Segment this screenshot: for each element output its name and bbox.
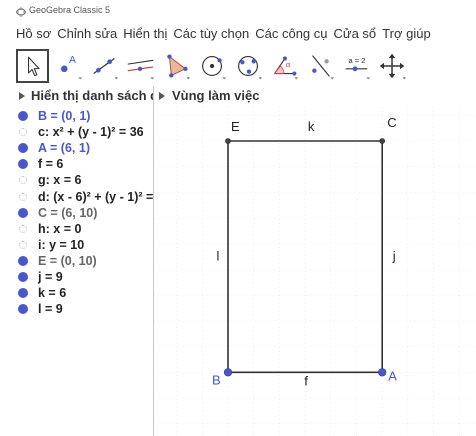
graphics-view[interactable]: f k l j B A C E [154, 107, 476, 436]
algebra-row[interactable]: C = (6, 10) [0, 205, 153, 221]
reflect-icon [312, 54, 335, 80]
point-b[interactable] [223, 368, 233, 377]
point-label-a: A [388, 368, 397, 383]
graphics-collapse-triangle-icon[interactable] [159, 92, 165, 100]
geogebra-logo-icon [16, 7, 26, 17]
point-label-b: B [212, 372, 221, 387]
tool-reflect[interactable] [304, 49, 337, 83]
angle-tool-label: α [286, 58, 291, 68]
circle-center-point-icon [202, 55, 227, 80]
algebra-collapse-triangle-icon[interactable] [19, 92, 25, 100]
algebra-row[interactable]: j = 9 [0, 269, 153, 285]
menu-help[interactable]: Trợ giúp [382, 26, 431, 41]
line-icon [93, 57, 119, 80]
algebra-row[interactable]: c: x² + (y - 1)² = 36 [0, 124, 153, 140]
graphics-view-header[interactable]: Vùng làm việc [155, 88, 455, 106]
tool-circle-three-points[interactable] [232, 49, 265, 83]
segment-label-k: k [308, 119, 315, 134]
algebra-row-text: C = (6, 10) [38, 205, 98, 220]
polygon-icon [167, 53, 191, 80]
visibility-toggle-visible-icon[interactable] [18, 207, 28, 218]
slider-tool-label: a = 2 [349, 56, 366, 65]
visibility-toggle-hidden-icon[interactable] [19, 240, 27, 249]
tool-perpendicular-line[interactable] [124, 49, 157, 83]
menu-tools[interactable]: Các công cụ [255, 26, 327, 41]
visibility-toggle-visible-icon[interactable] [18, 159, 28, 170]
menu-bar: Hồ sơ Chỉnh sửa Hiển thị Các tùy chọn Cá… [0, 22, 476, 44]
move-graphics-icon [379, 53, 407, 80]
point-a[interactable] [378, 368, 387, 377]
slider-icon: a = 2 [345, 56, 371, 80]
algebra-row-text: i: y = 10 [38, 237, 85, 252]
point-c[interactable] [379, 138, 385, 144]
title-bar: GeoGebra Classic 5 [0, 0, 476, 22]
point-label-c: C [387, 115, 396, 130]
visibility-toggle-hidden-icon[interactable] [19, 224, 27, 233]
algebra-row[interactable]: A = (6, 1) [0, 140, 153, 156]
tool-move-graphics[interactable] [376, 49, 409, 83]
algebra-row-text: A = (6, 1) [38, 141, 90, 156]
menu-options[interactable]: Các tùy chọn [173, 26, 249, 41]
toolbar: A α a = 2 [16, 45, 412, 86]
tool-point[interactable]: A [52, 49, 85, 83]
menu-window[interactable]: Cửa sổ [334, 26, 377, 41]
visibility-toggle-hidden-icon[interactable] [19, 192, 27, 201]
tool-circle-center[interactable] [196, 49, 229, 83]
algebra-list: B = (0, 1) c: x² + (y - 1)² = 36 A = (6, 1… [0, 107, 153, 436]
menu-view[interactable]: Hiển thị [123, 26, 167, 41]
visibility-toggle-hidden-icon[interactable] [19, 128, 27, 137]
algebra-view-header[interactable]: Hiển thị danh sách đ [0, 88, 153, 106]
graphics-canvas[interactable]: f k l j B A C E [154, 107, 476, 436]
algebra-row-text: h: x = 0 [38, 221, 82, 236]
algebra-row-text: g: x = 6 [38, 173, 82, 188]
tool-move[interactable] [16, 48, 49, 83]
algebra-row-text: k = 6 [38, 286, 67, 301]
visibility-toggle-visible-icon[interactable] [18, 272, 28, 282]
visibility-toggle-visible-icon[interactable] [18, 111, 28, 121]
algebra-row[interactable]: f = 6 [0, 156, 153, 172]
algebra-row[interactable]: E = (0, 10) [0, 253, 153, 269]
algebra-view-title: Hiển thị danh sách đ [31, 88, 153, 103]
algebra-row-text: B = (0, 1) [38, 109, 91, 123]
algebra-row[interactable]: l = 9 [0, 301, 153, 317]
tool-angle[interactable]: α [268, 49, 301, 83]
visibility-toggle-visible-icon[interactable] [18, 304, 28, 315]
algebra-row[interactable]: g: x = 6 [0, 172, 153, 188]
segment-label-l: l [217, 249, 220, 264]
angle-icon: α [273, 55, 299, 80]
algebra-row[interactable]: B = (0, 1) [0, 108, 153, 124]
menu-edit[interactable]: Chỉnh sửa [57, 26, 117, 41]
algebra-row[interactable]: d: (x - 6)² + (y - 1)² = 81 [0, 189, 153, 205]
graphics-view-title: Vùng làm việc [172, 88, 260, 103]
move-arrow-icon [28, 56, 40, 76]
algebra-row-text: l = 9 [38, 302, 63, 317]
tool-polygon[interactable] [160, 49, 193, 83]
algebra-row-text: d: (x - 6)² + (y - 1)² = 81 [38, 189, 153, 204]
algebra-row[interactable]: k = 6 [0, 285, 153, 301]
tool-slider[interactable]: a = 2 [340, 49, 373, 83]
segment-label-f: f [304, 373, 308, 388]
algebra-row-text: j = 9 [38, 270, 63, 284]
visibility-toggle-visible-icon[interactable] [18, 288, 28, 299]
algebra-row[interactable]: h: x = 0 [0, 221, 153, 237]
point-icon: A [60, 55, 83, 80]
algebra-row-text: E = (0, 10) [38, 253, 97, 268]
perpendicular-line-icon [127, 59, 155, 80]
window-title: GeoGebra Classic 5 [29, 5, 111, 15]
point-label-e: E [231, 119, 240, 134]
circle-three-points-icon [238, 55, 263, 80]
segment-label-j: j [392, 249, 396, 264]
visibility-toggle-visible-icon[interactable] [18, 255, 28, 266]
visibility-toggle-visible-icon[interactable] [18, 143, 28, 154]
tool-line[interactable] [88, 49, 121, 83]
point-tool-label: A [69, 55, 76, 66]
algebra-row-text: f = 6 [38, 157, 64, 172]
menu-file[interactable]: Hồ sơ [16, 26, 51, 41]
point-e[interactable] [225, 138, 231, 144]
algebra-row-text: c: x² + (y - 1)² = 36 [38, 125, 144, 140]
algebra-row[interactable]: i: y = 10 [0, 237, 153, 253]
visibility-toggle-hidden-icon[interactable] [19, 176, 27, 185]
